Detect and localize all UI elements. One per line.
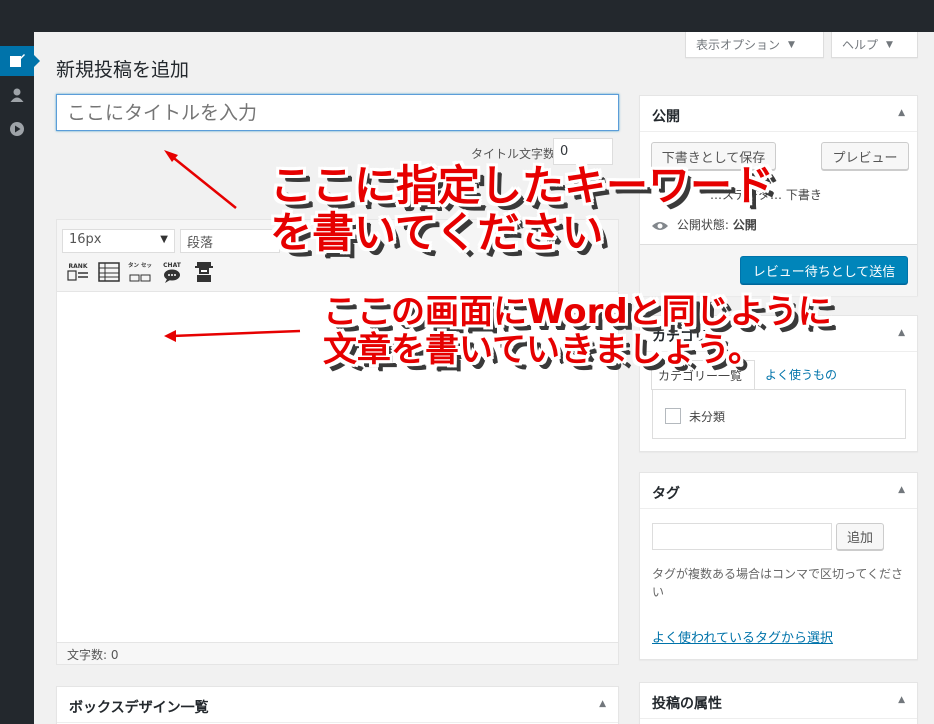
annotation-title-line1: ここに指定したキーワード <box>270 161 775 210</box>
annotation-body-line1: ここの画面にWordと同じように <box>323 292 832 332</box>
annotation-body-line2: 文章を書いていきましょう。 <box>323 330 762 370</box>
arrow-to-editor <box>171 329 301 338</box>
annotation-title-line2: を書いてください <box>270 208 604 257</box>
arrow-to-title <box>169 154 237 209</box>
arrow-head-editor <box>164 330 176 342</box>
